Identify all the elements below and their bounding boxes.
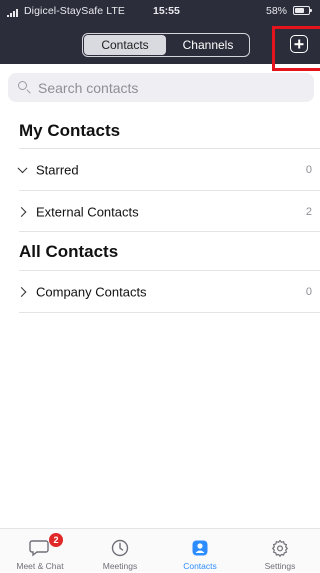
status-bar: Digicel-StaySafe LTE 15:55 58% [0,0,320,22]
search-bar[interactable] [8,73,314,102]
row-count: 0 [305,286,312,298]
divider [19,190,320,191]
divider [19,270,320,271]
row-count: 0 [305,164,312,176]
tab-label: Meet & Chat [16,561,64,571]
tab-channels[interactable]: Channels [167,34,249,56]
row-starred[interactable]: Starred 0 [0,150,320,190]
battery-icon [293,6,312,15]
tab-contacts[interactable]: Contacts [84,35,166,55]
chevron-right-icon [16,287,27,297]
divider [19,312,320,313]
tab-label: Contacts [183,561,217,571]
highlight-box [272,26,320,71]
contact-card-icon [191,539,209,562]
tab-meetings[interactable]: Meetings [80,529,160,573]
signal-icon [7,9,21,17]
chevron-right-icon [16,207,27,217]
tab-label: Settings [264,561,296,571]
row-external-contacts[interactable]: External Contacts 2 [0,192,320,232]
search-icon [18,81,27,90]
chat-bubble-icon [29,539,51,562]
divider [19,148,320,149]
tab-settings[interactable]: Settings [240,529,320,573]
bottom-tab-bar: 2 Meet & Chat Meetings Contacts Settings [0,528,320,572]
row-count: 2 [305,206,312,218]
section-title-my-contacts: My Contacts [19,121,121,140]
section-title-all-contacts: All Contacts [19,242,119,261]
row-label: External Contacts [36,204,139,220]
carrier-label: Digicel-StaySafe LTE [24,5,126,17]
row-label: Starred [36,162,79,178]
clock-time: 15:55 [153,5,180,17]
tab-meet-and-chat[interactable]: 2 Meet & Chat [0,529,80,573]
row-company-contacts[interactable]: Company Contacts 0 [0,272,320,312]
tab-label: Meetings [102,561,138,571]
clock-icon [111,539,129,562]
divider [19,231,320,232]
search-input[interactable] [38,73,298,102]
unread-badge: 2 [49,533,63,547]
row-label: Company Contacts [36,284,147,300]
contacts-channels-switch: Contacts Channels [82,33,250,57]
battery-percent: 58% [266,5,288,17]
tab-contacts-nav[interactable]: Contacts [160,529,240,573]
chevron-down-icon [17,163,28,174]
gear-icon [271,539,289,562]
